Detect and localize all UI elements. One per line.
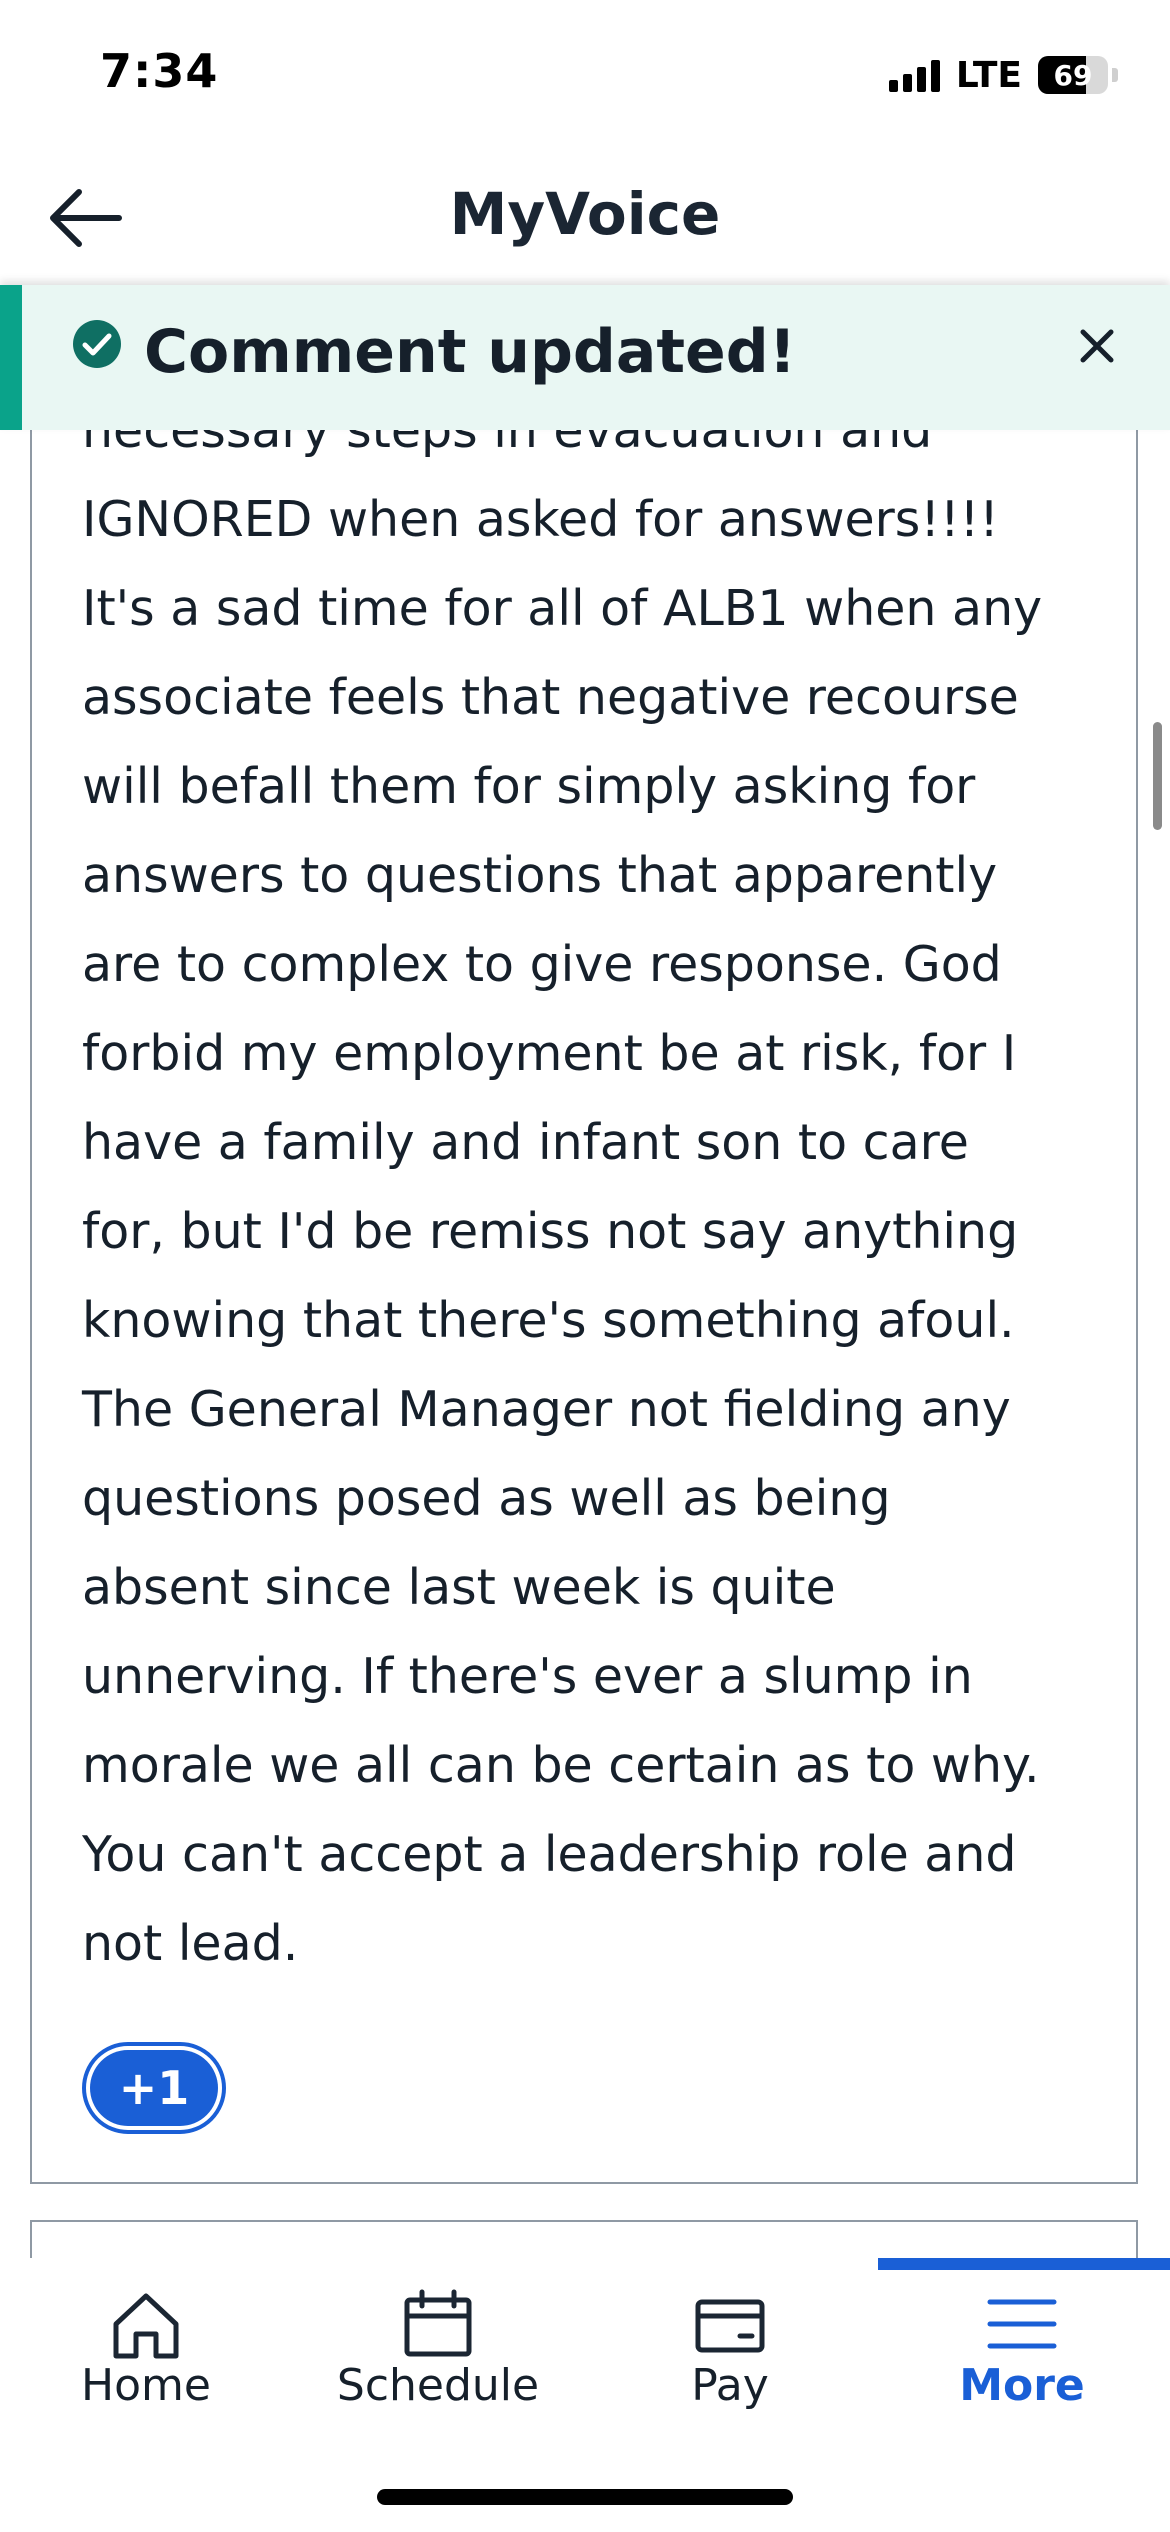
status-icons: LTE 69 bbox=[888, 50, 1118, 100]
comment-body: necessary steps in evacuation and IGNORE… bbox=[82, 430, 1122, 1988]
upvote-label: +1 bbox=[90, 2050, 218, 2126]
toast-message: Comment updated! bbox=[144, 317, 797, 387]
comment-line: IGNORED when asked for answers!!!! bbox=[82, 491, 999, 548]
toast-accent-bar bbox=[0, 285, 22, 430]
comment-line: absent since last week is quite bbox=[82, 1559, 836, 1616]
wallet-icon bbox=[695, 2299, 765, 2353]
nav-home[interactable]: Home bbox=[0, 2258, 292, 2428]
comment-line: for, but I'd be remiss not say anything bbox=[82, 1203, 1019, 1260]
app-header: MyVoice bbox=[0, 150, 1170, 285]
nav-more-label: More bbox=[959, 2360, 1085, 2411]
comment-line: unnerving. If there's ever a slump in bbox=[82, 1648, 973, 1705]
home-indicator[interactable] bbox=[377, 2489, 793, 2505]
nav-schedule-label: Schedule bbox=[336, 2360, 540, 2411]
home-icon bbox=[113, 2293, 179, 2359]
comment-line: are to complex to give response. God bbox=[82, 936, 1002, 993]
comment-line: will befall them for simply asking for bbox=[82, 758, 976, 815]
nav-pay[interactable]: Pay bbox=[584, 2258, 876, 2428]
toast-notification: Comment updated! bbox=[0, 285, 1170, 430]
comment-line: forbid my employment be at risk, for I bbox=[82, 1025, 1017, 1082]
scrollbar[interactable] bbox=[1153, 722, 1162, 830]
comment-line: have a family and infant son to care bbox=[82, 1114, 969, 1171]
status-time: 7:34 bbox=[100, 44, 219, 98]
nav-pay-label: Pay bbox=[691, 2360, 769, 2411]
network-label: LTE bbox=[955, 54, 1022, 96]
next-comment-card bbox=[30, 2220, 1138, 2260]
page-title: MyVoice bbox=[449, 180, 721, 248]
status-bar: 7:34 LTE 69 bbox=[0, 0, 1170, 150]
check-circle-icon bbox=[73, 320, 121, 368]
comment-line: necessary steps in evacuation and bbox=[82, 430, 933, 459]
comment-line: The General Manager not fielding any bbox=[82, 1381, 1011, 1438]
signal-icon bbox=[888, 58, 940, 92]
nav-home-label: Home bbox=[81, 2360, 211, 2411]
comment-line: It's a sad time for all of ALB1 when any bbox=[82, 580, 1043, 637]
comment-line: associate feels that negative recourse bbox=[82, 669, 1019, 726]
nav-schedule[interactable]: Schedule bbox=[292, 2258, 584, 2428]
menu-icon bbox=[987, 2299, 1057, 2349]
toast-close-button[interactable] bbox=[1072, 321, 1122, 371]
comment-line: questions posed as well as being bbox=[82, 1470, 891, 1527]
comment-line: knowing that there's something afoul. bbox=[82, 1292, 1015, 1349]
comment-line: answers to questions that apparently bbox=[82, 847, 998, 904]
battery-cap bbox=[1112, 68, 1118, 82]
nav-more[interactable]: More bbox=[876, 2258, 1168, 2428]
upvote-button[interactable]: +1 bbox=[82, 2042, 226, 2134]
calendar-icon bbox=[404, 2289, 472, 2357]
close-icon bbox=[1080, 329, 1114, 363]
comment-line: You can't accept a leadership role and bbox=[82, 1826, 1017, 1883]
battery-icon: 69 bbox=[1038, 56, 1108, 94]
comment-card: necessary steps in evacuation and IGNORE… bbox=[30, 430, 1138, 2184]
comment-line: not lead. bbox=[82, 1915, 299, 1972]
comment-line: morale we all can be certain as to why. bbox=[82, 1737, 1040, 1794]
battery-level: 69 bbox=[1053, 58, 1093, 92]
